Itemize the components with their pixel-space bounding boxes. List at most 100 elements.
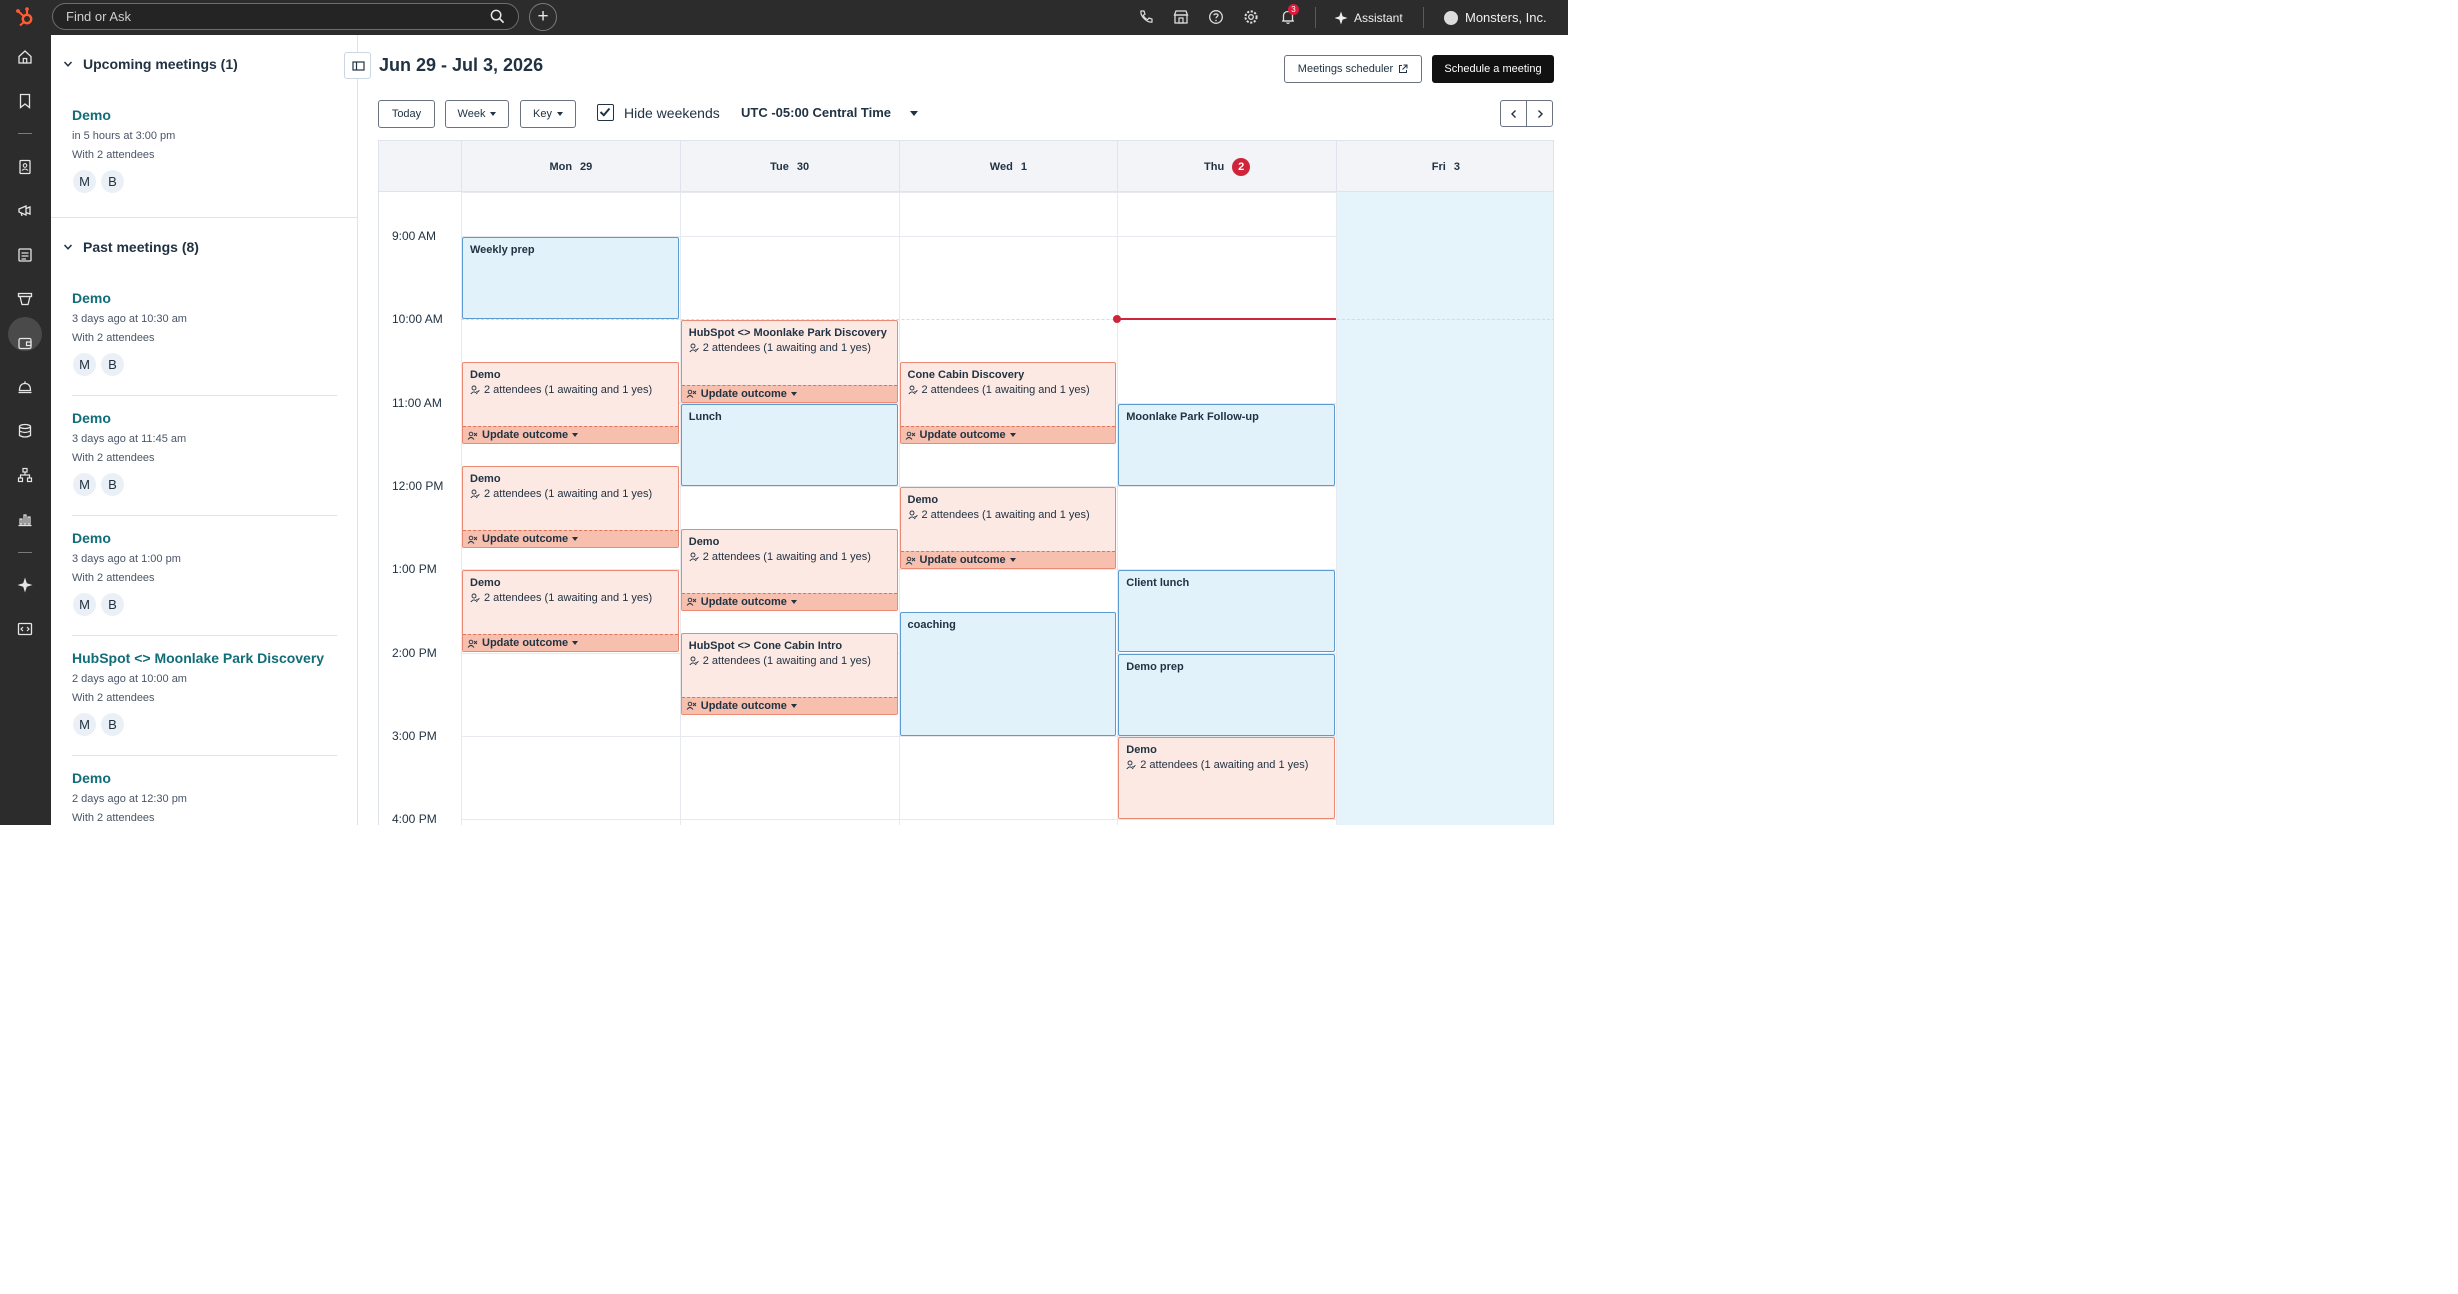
chevron-down-icon xyxy=(63,244,73,250)
sidebar-toggle-icon xyxy=(352,61,365,71)
developer-code-icon[interactable] xyxy=(17,621,33,637)
search-icon[interactable] xyxy=(490,9,505,24)
attendee-avatars: MB xyxy=(72,592,337,617)
calendar-event[interactable]: Demo prep xyxy=(1118,653,1335,736)
calendar-event[interactable]: HubSpot <> Cone Cabin Intro 2 attendees (… xyxy=(680,632,898,715)
avatar[interactable]: M xyxy=(72,352,97,377)
hour-label: 11:00 AM xyxy=(392,395,442,410)
create-new-button[interactable]: + xyxy=(529,3,557,31)
sales-funnel-icon[interactable] xyxy=(17,291,33,307)
content-icon[interactable] xyxy=(17,247,33,263)
meeting-list-item[interactable]: Demo 3 days ago at 1:00 pm With 2 attendee… xyxy=(72,530,337,617)
calendar-event[interactable]: Demo 2 attendees (1 awaiting and 1 yes) Up… xyxy=(899,486,1117,570)
meeting-list-item[interactable]: Demo 2 days ago at 12:30 pm With 2 attende… xyxy=(72,770,337,825)
calendar-event[interactable]: Lunch xyxy=(680,403,898,486)
key-dropdown[interactable]: Key xyxy=(520,100,576,128)
help-icon[interactable] xyxy=(1208,9,1224,25)
update-outcome-dropdown[interactable]: Update outcome xyxy=(681,592,897,610)
meetings-scheduler-button[interactable]: Meetings scheduler xyxy=(1284,55,1422,83)
past-meetings-toggle[interactable]: Past meetings (8) xyxy=(63,239,199,255)
contacts-icon[interactable] xyxy=(17,159,33,175)
calendar-event[interactable]: Demo 2 attendees (1 awaiting and 1 yes) Up… xyxy=(680,528,898,611)
hubspot-logo-icon[interactable] xyxy=(14,6,36,28)
meeting-title-link[interactable]: HubSpot <> Moonlake Park Discovery xyxy=(72,650,337,666)
calendar-event[interactable]: coaching xyxy=(899,611,1117,736)
day-header-mon: Mon 29 xyxy=(461,141,680,192)
reporting-bar-chart-icon[interactable] xyxy=(17,511,33,527)
calendar-event[interactable]: Demo 2 attendees (1 awaiting and 1 yes) xyxy=(1118,736,1335,820)
bookmarks-icon[interactable] xyxy=(17,93,33,109)
calendar-event[interactable]: Client lunch xyxy=(1118,570,1335,653)
schedule-meeting-button[interactable]: Schedule a meeting xyxy=(1432,55,1554,83)
meeting-attendees: With 2 attendees xyxy=(72,149,155,161)
attendee-avatars: MB xyxy=(72,712,337,737)
calendar-event[interactable]: Demo 2 attendees (1 awaiting and 1 yes) Up… xyxy=(462,466,679,549)
view-week-dropdown[interactable]: Week xyxy=(445,100,509,128)
marketing-megaphone-icon[interactable] xyxy=(17,203,33,219)
timezone-selector[interactable]: UTC -05:00 Central Time xyxy=(741,105,891,120)
calendar-event[interactable]: Weekly prep xyxy=(462,237,679,320)
update-outcome-dropdown[interactable]: Update outcome xyxy=(463,530,678,548)
previous-week-button[interactable] xyxy=(1500,100,1527,127)
meeting-title-link[interactable]: Demo xyxy=(72,410,337,426)
meeting-time: 2 days ago at 12:30 pm xyxy=(72,793,187,805)
automation-hierarchy-icon[interactable] xyxy=(17,467,33,483)
meeting-list-item[interactable]: Demo 3 days ago at 10:30 am With 2 attende… xyxy=(72,290,337,377)
avatar[interactable]: B xyxy=(100,712,125,737)
meeting-title-link[interactable]: Demo xyxy=(72,770,337,786)
meeting-list-item[interactable]: HubSpot <> Moonlake Park Discovery 2 days… xyxy=(72,650,337,737)
meeting-list-item[interactable]: Demo in 5 hours at 3:00 pm With 2 attendee… xyxy=(72,107,337,194)
meeting-title-link[interactable]: Demo xyxy=(72,530,337,546)
avatar[interactable]: B xyxy=(100,169,125,194)
commerce-wallet-icon[interactable] xyxy=(17,335,33,351)
calendar-event[interactable]: Moonlake Park Follow-up xyxy=(1118,403,1335,486)
upcoming-meetings-toggle[interactable]: Upcoming meetings (1) xyxy=(63,56,238,72)
timezone-caret-icon[interactable] xyxy=(910,111,918,116)
avatar[interactable]: M xyxy=(72,712,97,737)
event-attendees: 2 attendees (1 awaiting and 1 yes) xyxy=(1126,759,1308,771)
assistant-button[interactable]: Assistant xyxy=(1334,0,1403,35)
hour-label: 10:00 AM xyxy=(392,312,443,327)
marketplace-icon[interactable] xyxy=(1173,9,1189,25)
home-icon[interactable] xyxy=(17,49,33,65)
avatar[interactable]: M xyxy=(72,169,97,194)
next-week-button[interactable] xyxy=(1526,100,1553,127)
meeting-list-item[interactable]: Demo 3 days ago at 11:45 am With 2 attende… xyxy=(72,410,337,497)
avatar[interactable]: B xyxy=(100,592,125,617)
event-title: Client lunch xyxy=(1126,577,1190,590)
person-icon xyxy=(689,552,699,561)
breeze-sparkle-icon[interactable] xyxy=(17,577,33,593)
update-outcome-dropdown[interactable]: Update outcome xyxy=(463,426,678,444)
avatar[interactable]: B xyxy=(100,472,125,497)
avatar[interactable]: M xyxy=(72,592,97,617)
meeting-title-link[interactable]: Demo xyxy=(72,290,337,306)
hour-label: 9:00 AM xyxy=(392,229,437,243)
avatar[interactable]: M xyxy=(72,472,97,497)
today-button[interactable]: Today xyxy=(378,100,435,128)
settings-gear-icon[interactable] xyxy=(1243,9,1259,25)
outcome-icon xyxy=(905,556,915,565)
meeting-title-link[interactable]: Demo xyxy=(72,107,337,123)
calendar-event[interactable]: Demo 2 attendees (1 awaiting and 1 yes) Up… xyxy=(462,361,679,445)
calendar-event[interactable]: Demo 2 attendees (1 awaiting and 1 yes) Up… xyxy=(462,570,679,653)
calendar-event[interactable]: Cone Cabin Discovery 2 attendees (1 await… xyxy=(899,361,1117,445)
caret-down-icon xyxy=(572,433,579,438)
avatar[interactable]: B xyxy=(100,352,125,377)
list-divider xyxy=(72,395,337,396)
account-menu[interactable]: Monsters, Inc. xyxy=(1444,0,1547,35)
calendar-event[interactable]: HubSpot <> Moonlake Park Discovery 2 atte… xyxy=(680,320,898,403)
update-outcome-dropdown[interactable]: Update outcome xyxy=(463,634,678,652)
data-database-icon[interactable] xyxy=(17,423,33,439)
caret-down-icon xyxy=(1009,433,1016,438)
service-bell-icon[interactable] xyxy=(17,379,33,395)
collapse-panel-button[interactable] xyxy=(344,52,371,79)
phone-icon[interactable] xyxy=(1138,9,1154,25)
search-input[interactable]: Find or Ask xyxy=(52,3,519,30)
update-outcome-dropdown[interactable]: Update outcome xyxy=(681,696,897,714)
hide-weekends-checkbox[interactable] xyxy=(597,104,614,121)
attendee-status-text: 2 attendees (1 awaiting and 1 yes) xyxy=(484,592,653,605)
update-outcome-dropdown[interactable]: Update outcome xyxy=(681,384,897,402)
grid-line xyxy=(461,192,1336,193)
update-outcome-dropdown[interactable]: Update outcome xyxy=(900,551,1116,569)
update-outcome-dropdown[interactable]: Update outcome xyxy=(900,426,1116,444)
